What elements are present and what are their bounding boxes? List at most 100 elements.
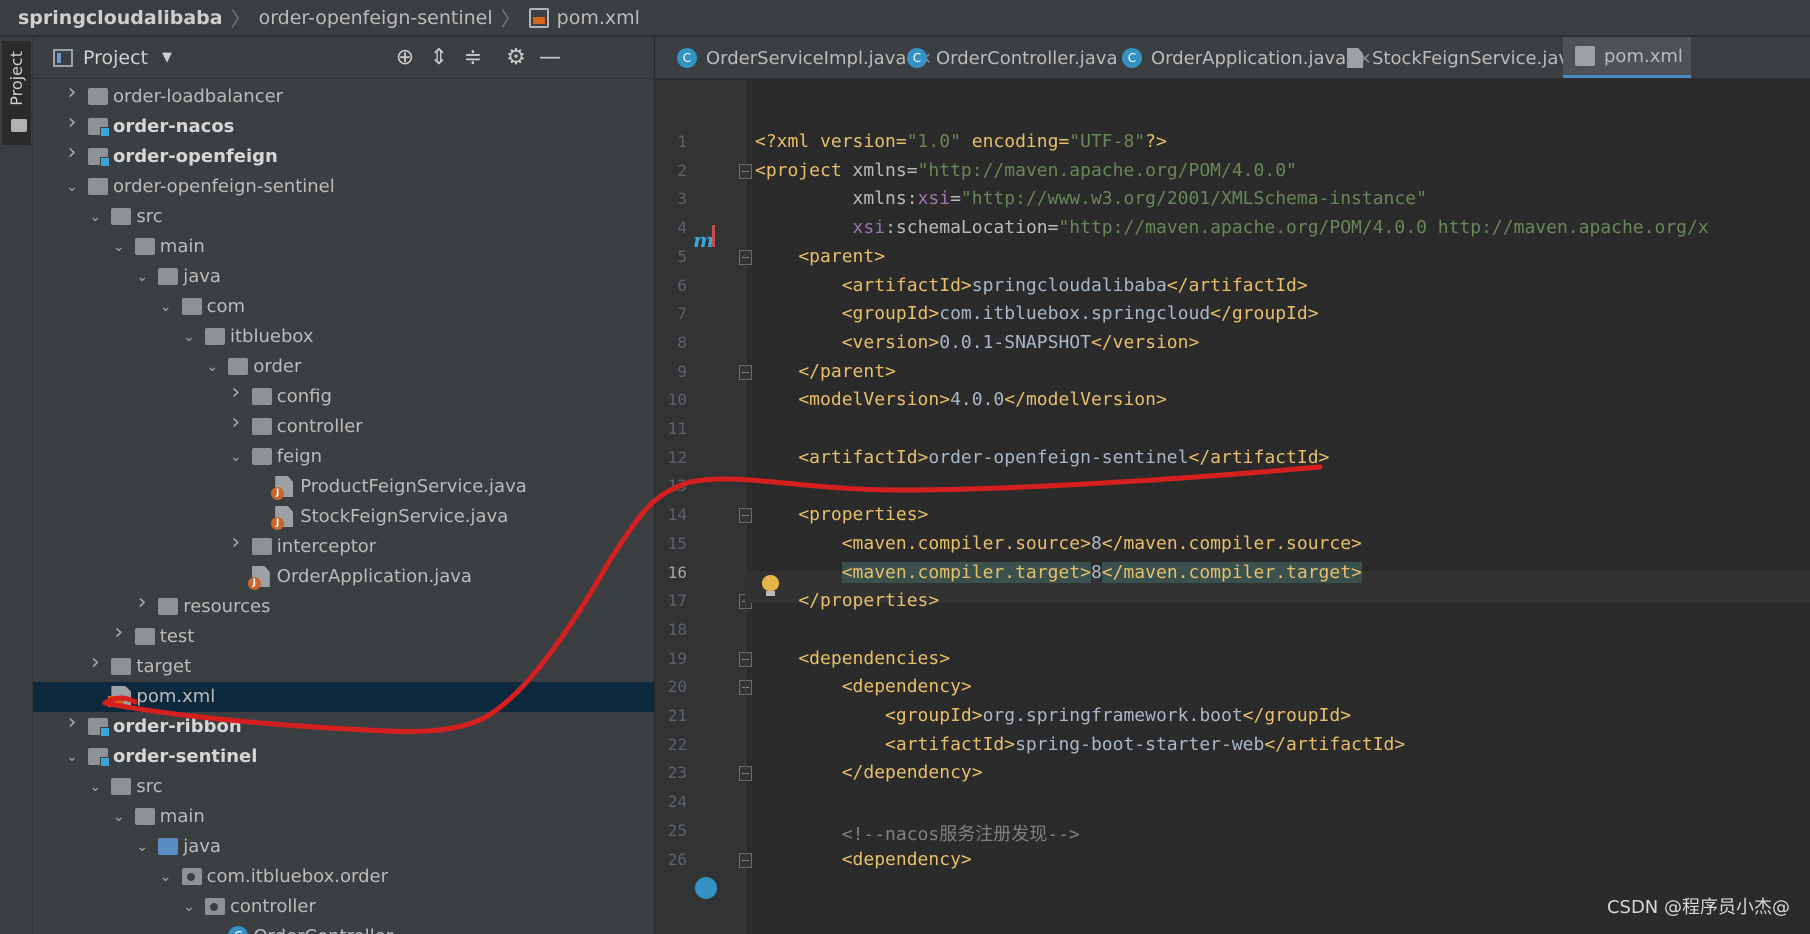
chevron-right-icon[interactable]: › <box>63 82 81 104</box>
tree-item[interactable]: ⌄ order-openfeign-sentinel <box>33 172 654 202</box>
tree-item-label: itbluebox <box>230 326 314 347</box>
module-folder-icon <box>88 118 110 137</box>
tree-item[interactable]: › order-loadbalancer <box>33 82 654 112</box>
breadcrumb: springcloudalibaba 〉 order-openfeign-sen… <box>0 0 1810 36</box>
chevron-down-icon[interactable]: ⌄ <box>180 898 198 916</box>
code-token: </groupId> <box>1210 303 1319 325</box>
tree-item[interactable]: › order-ribbon <box>33 712 654 742</box>
tree-item[interactable]: ⌄ order <box>33 352 654 382</box>
chevron-down-icon[interactable]: ⌄ <box>110 238 128 256</box>
chevron-down-icon[interactable]: ⌄ <box>86 778 104 796</box>
tree-item[interactable]: ⌄ feign <box>33 442 654 472</box>
chevron-right-icon[interactable]: › <box>86 652 104 674</box>
project-panel: Project ▼ ⊕ ⇕ ≑ ⚙ — › order-loadbalancer ›… <box>33 37 663 934</box>
folder-icon <box>251 448 272 465</box>
tree-item[interactable]: pom.xml <box>33 682 654 712</box>
tree-item-label: src <box>136 776 163 797</box>
chevron-down-icon[interactable]: ⌄ <box>86 208 104 226</box>
code-token: </properties> <box>755 590 940 612</box>
code-token: 0.0.1-SNAPSHOT <box>939 331 1091 353</box>
tree-item[interactable]: ⌄ controller <box>33 892 654 922</box>
code-token: :schemaLocation= <box>885 217 1059 239</box>
chevron-down-icon[interactable]: ⌄ <box>227 448 245 466</box>
chevron-down-icon[interactable]: ⌄ <box>133 838 151 856</box>
line-number: 23 <box>667 763 687 783</box>
code-token: xmlns= <box>852 159 918 181</box>
package-icon <box>181 868 202 885</box>
gutter-divider <box>745 80 746 934</box>
tree-item-label: resources <box>183 596 271 617</box>
editor-tab[interactable]: pom.xml <box>1563 37 1691 78</box>
chevron-down-icon[interactable]: ⌄ <box>203 358 221 376</box>
class-icon: C <box>907 48 927 68</box>
tree-item[interactable]: › target <box>33 652 654 682</box>
gear-icon[interactable]: ⚙ <box>504 46 528 70</box>
chevron-down-icon[interactable]: ⌄ <box>157 868 175 886</box>
tree-item-label: order-nacos <box>113 116 235 137</box>
java-badge-icon: J <box>271 487 285 500</box>
chevron-right-icon[interactable]: › <box>63 142 81 164</box>
tree-item[interactable]: J ProductFeignService.java <box>33 472 654 502</box>
locate-file-icon[interactable]: ⊕ <box>393 46 417 70</box>
chevron-down-icon[interactable]: ⌄ <box>63 178 81 196</box>
chevron-right-icon[interactable]: › <box>227 382 245 404</box>
folder-icon <box>88 178 108 195</box>
chevron-right-icon[interactable]: › <box>110 622 128 644</box>
project-panel-header: Project ▼ ⊕ ⇕ ≑ ⚙ — <box>33 37 654 79</box>
tree-item[interactable]: J OrderApplication.java <box>33 562 654 592</box>
code-line: </parent> <box>755 361 896 382</box>
minimize-icon[interactable]: — <box>538 46 562 70</box>
collapse-all-icon[interactable]: ≑ <box>461 46 485 70</box>
code-token: 4.0.0 <box>950 389 1005 411</box>
tree-item[interactable]: › test <box>33 622 654 652</box>
tree-item[interactable]: › controller <box>33 412 654 442</box>
code-line: <artifactId>spring-boot-starter-web</art… <box>755 734 1405 755</box>
view-dropdown-icon[interactable]: ▼ <box>162 50 172 65</box>
project-tool-button[interactable]: Project <box>2 41 31 145</box>
tree-item[interactable]: ⌄ src <box>33 202 654 232</box>
breadcrumb-project[interactable]: springcloudalibaba <box>18 7 223 29</box>
tree-item[interactable]: ⌄ com <box>33 292 654 322</box>
tree-item-label: order <box>253 356 302 377</box>
expand-all-icon[interactable]: ⇕ <box>427 46 451 70</box>
tree-item[interactable]: ⌄ main <box>33 802 654 832</box>
tree-item[interactable]: ⌄ java <box>33 262 654 292</box>
tree-item[interactable]: › order-nacos <box>33 112 654 142</box>
chevron-down-icon[interactable]: ⌄ <box>133 268 151 286</box>
code-token: </dependency> <box>755 762 983 784</box>
tree-item-label: java <box>183 836 221 857</box>
chevron-right-icon[interactable]: › <box>227 412 245 434</box>
chevron-down-icon[interactable]: ⌄ <box>180 328 198 346</box>
run-gutter-icon[interactable] <box>695 877 717 899</box>
line-number: 20 <box>667 677 687 697</box>
maven-parent-marker-icon[interactable]: m <box>693 228 714 252</box>
tree-item[interactable]: › config <box>33 382 654 412</box>
tree-item[interactable]: J StockFeignService.java <box>33 502 654 532</box>
code-token: spring-boot-starter-web <box>1015 733 1265 755</box>
code-token: <modelVersion> <box>755 389 951 411</box>
tree-item[interactable]: ⌄ main <box>33 232 654 262</box>
breadcrumb-module[interactable]: order-openfeign-sentinel <box>259 7 493 29</box>
chevron-right-icon[interactable]: › <box>133 592 151 614</box>
tree-item[interactable]: › resources <box>33 592 654 622</box>
project-panel-title[interactable]: Project <box>83 47 148 69</box>
tree-item[interactable]: C OrderController <box>33 922 654 934</box>
tree-item[interactable]: ⌄ src <box>33 772 654 802</box>
navigate-up-arrow-icon <box>712 225 715 247</box>
tree-item[interactable]: ⌄ java <box>33 832 654 862</box>
line-number: 12 <box>667 447 687 467</box>
tree-item[interactable]: ⌄ com.itbluebox.order <box>33 862 654 892</box>
chevron-right-icon[interactable]: › <box>227 532 245 554</box>
chevron-down-icon[interactable]: ⌄ <box>157 298 175 316</box>
tree-item[interactable]: › order-openfeign <box>33 142 654 172</box>
chevron-right-icon[interactable]: › <box>63 712 81 734</box>
chevron-down-icon[interactable]: ⌄ <box>110 808 128 826</box>
chevron-down-icon[interactable]: ⌄ <box>63 748 81 766</box>
folder-icon <box>11 119 27 132</box>
tree-item[interactable]: › interceptor <box>33 532 654 562</box>
chevron-right-icon[interactable]: › <box>63 112 81 134</box>
tree-item[interactable]: ⌄ order-sentinel <box>33 742 654 772</box>
tree-item[interactable]: ⌄ itbluebox <box>33 322 654 352</box>
breadcrumb-file[interactable]: pom.xml <box>557 7 640 29</box>
project-tool-label: Project <box>7 51 26 106</box>
